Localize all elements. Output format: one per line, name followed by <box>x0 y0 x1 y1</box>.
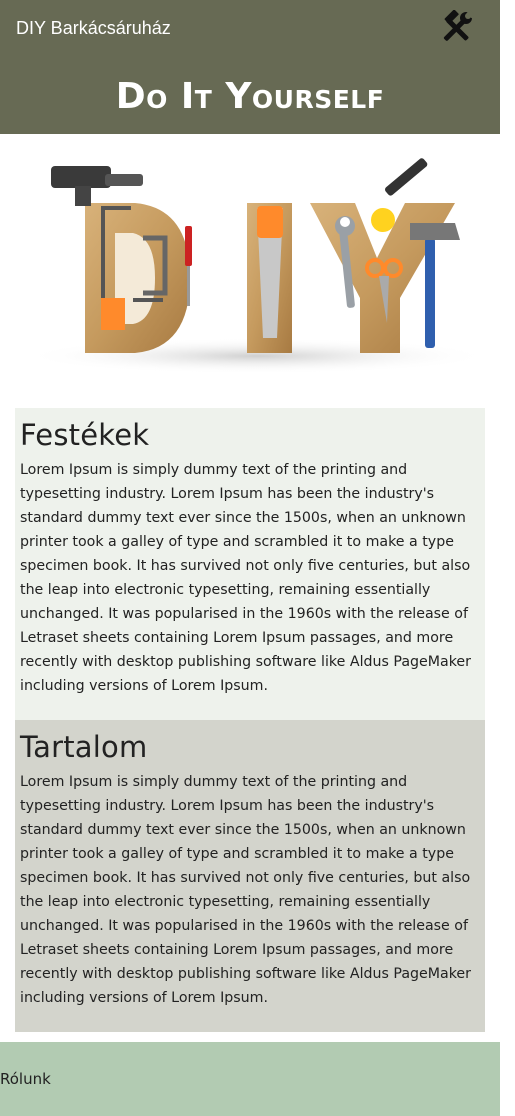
site-title: Do It Yourself <box>115 76 385 117</box>
section-tartalom: Tartalom Lorem Ipsum is simply dummy tex… <box>15 720 485 1032</box>
brand-name[interactable]: DIY Barkácsáruház <box>16 18 171 39</box>
section-festekek: Festékek Lorem Ipsum is simply dummy tex… <box>15 408 485 720</box>
section-text: Lorem Ipsum is simply dummy text of the … <box>20 462 471 694</box>
diy-tools-image: D I Y <box>22 158 492 374</box>
tools-icon[interactable] <box>438 10 474 46</box>
about-link[interactable]: Rólunk <box>0 1070 51 1088</box>
section-text: Lorem Ipsum is simply dummy text of the … <box>20 774 471 1006</box>
site-header: DIY Barkácsáruház Do It Yourself <box>0 0 500 134</box>
section-title: Festékek <box>20 418 150 452</box>
site-footer: Rólunk <box>0 1042 500 1116</box>
section-title: Tartalom <box>20 730 148 764</box>
